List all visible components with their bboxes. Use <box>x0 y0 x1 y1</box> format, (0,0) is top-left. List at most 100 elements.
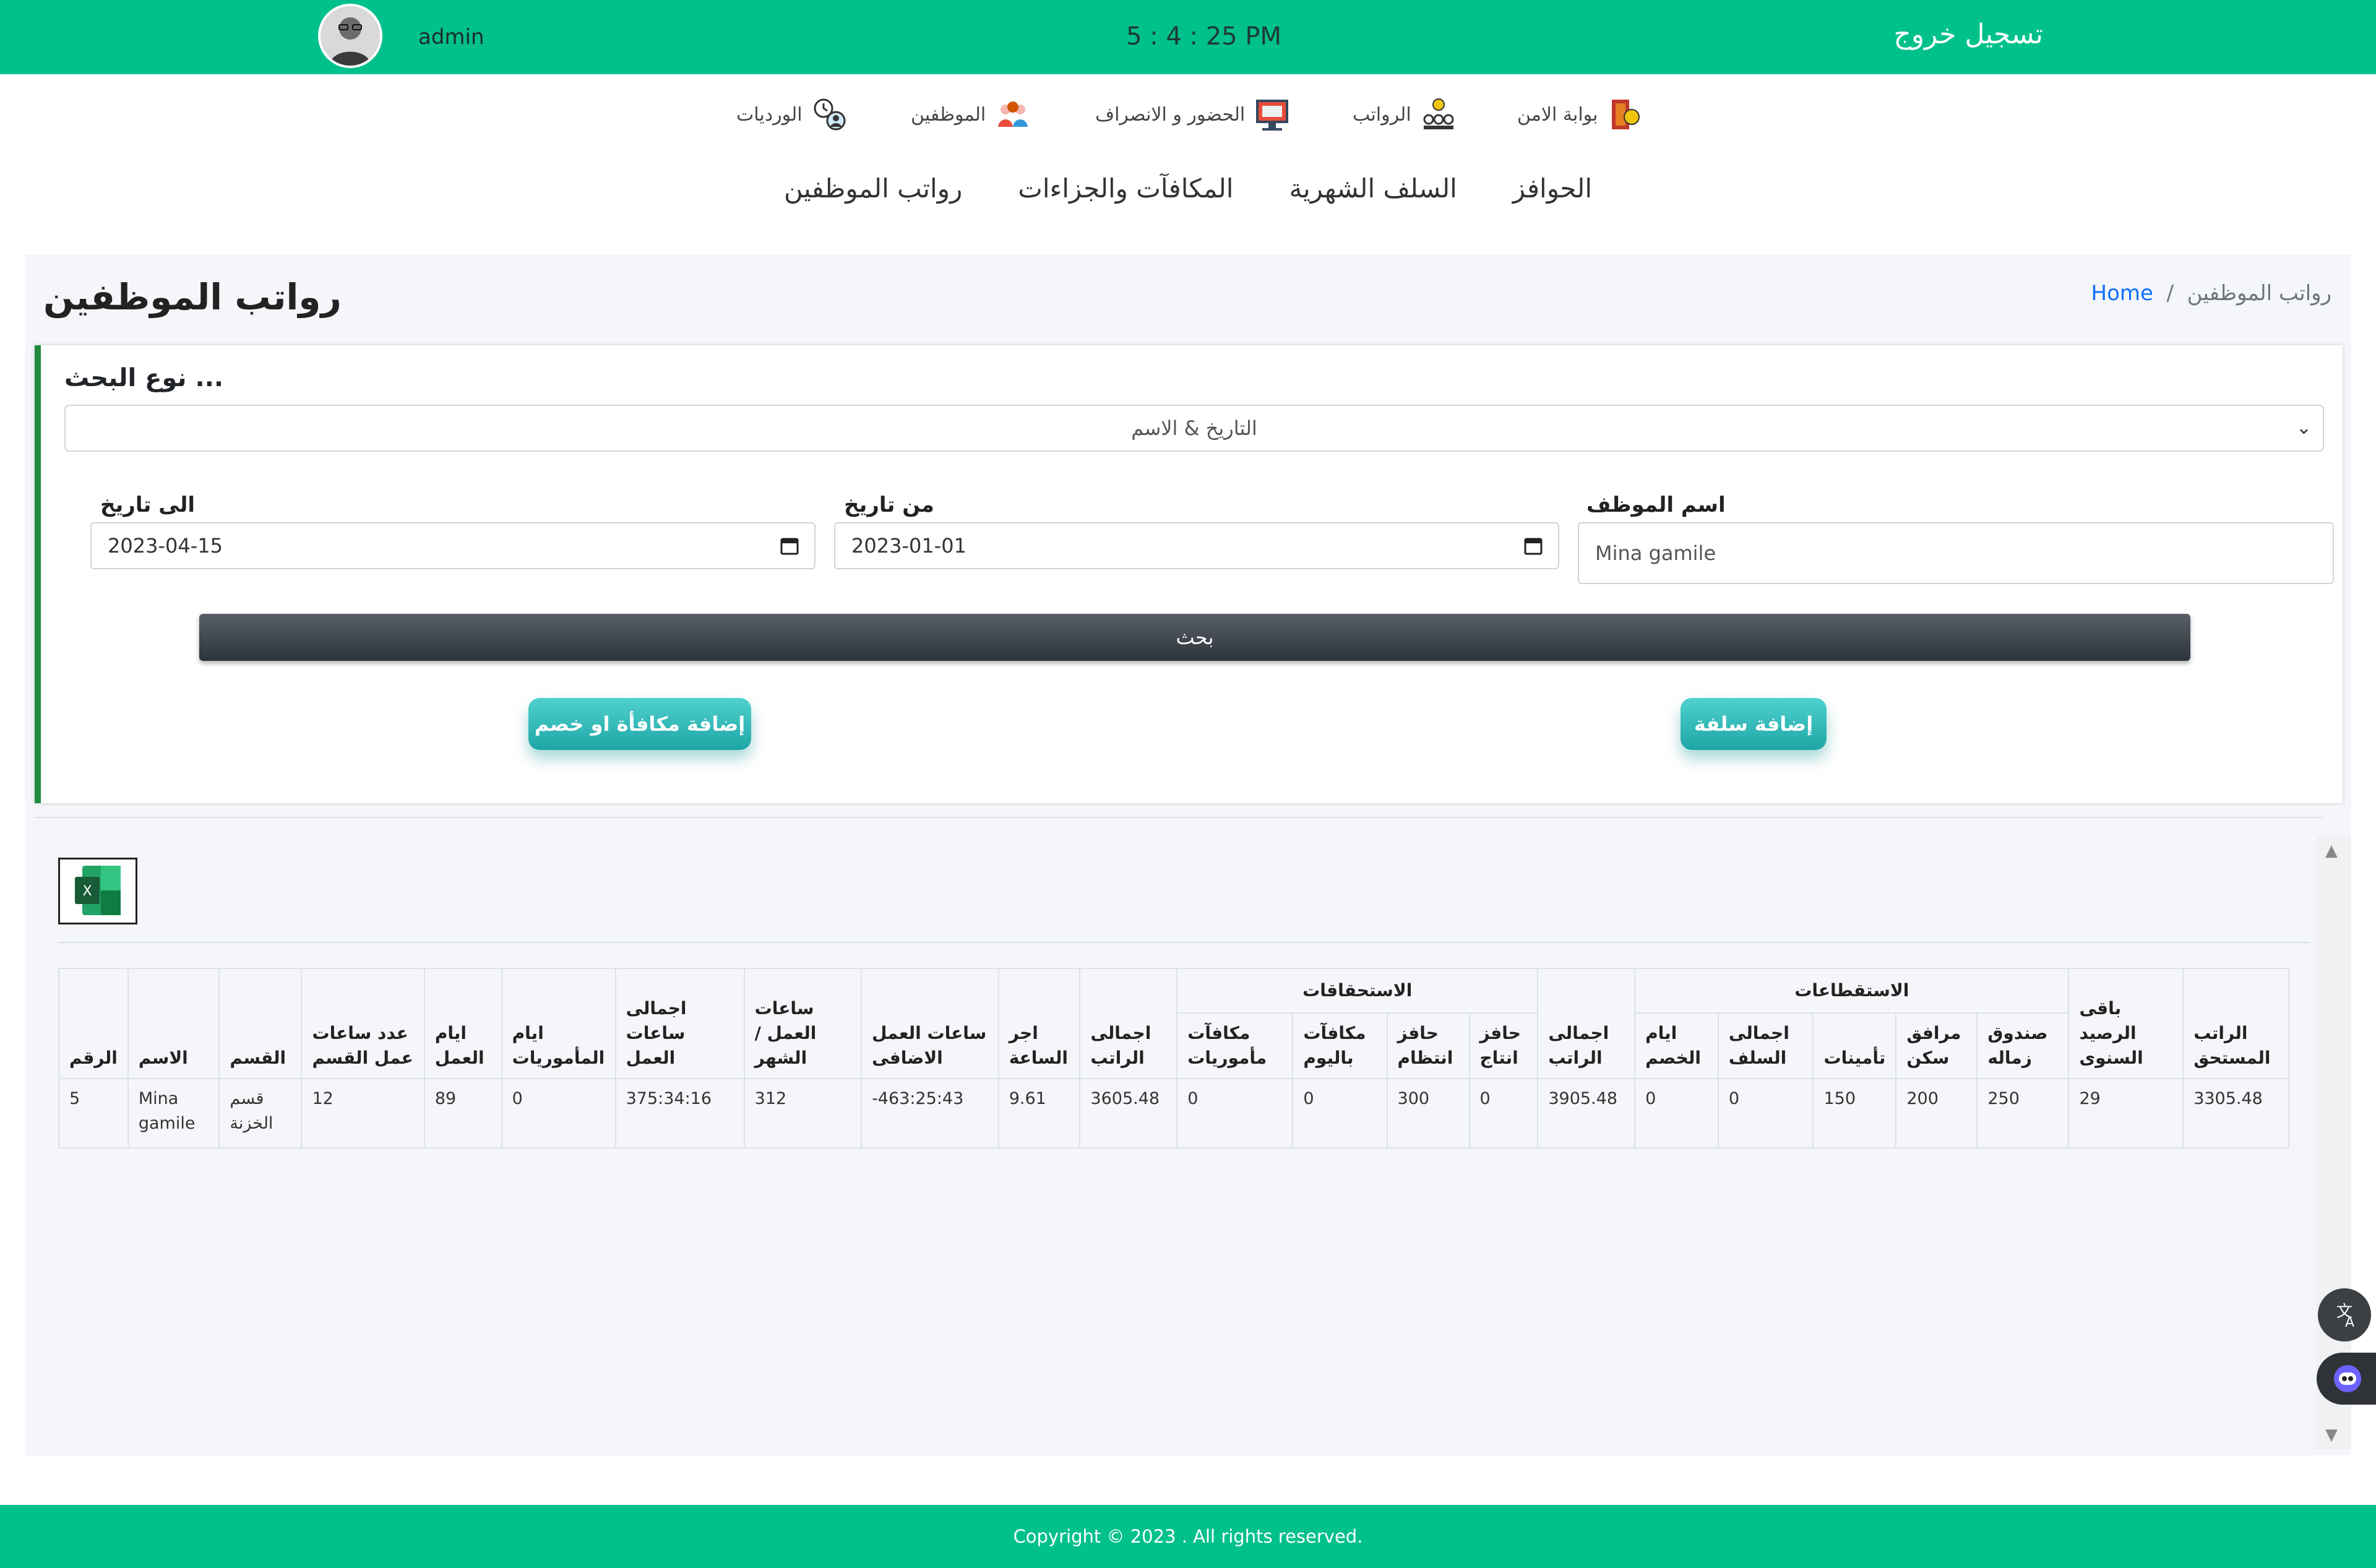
submenu-incentives[interactable]: الحوافز <box>1513 173 1592 217</box>
username: admin <box>418 25 484 50</box>
header-production-bonus: حافز انتاج <box>1468 1012 1539 1079</box>
salary-table: الرقم الاسم القسم عدد ساعات عمل القسم اي… <box>58 968 2289 1148</box>
results-area: X الرقم الاسم القسم عدد ساعات عمل القسم … <box>35 837 2312 1449</box>
shifts-icon <box>814 98 846 131</box>
scroll-down-icon[interactable]: ▼ <box>2325 1426 2338 1444</box>
cell-dept: قسم الخزنة <box>218 1078 303 1148</box>
header-name: الاسم <box>127 968 220 1079</box>
cell-daily-rewards: 0 <box>1292 1078 1388 1148</box>
header-insurance: تأمينات <box>1812 1012 1897 1079</box>
calendar-icon[interactable] <box>780 536 799 556</box>
scroll-up-icon[interactable]: ▲ <box>2325 842 2338 860</box>
avatar[interactable] <box>318 4 382 68</box>
attendance-icon <box>1256 100 1289 131</box>
cell-hour-rate: 9.61 <box>997 1078 1081 1148</box>
from-date-value: 2023-01-01 <box>851 534 966 558</box>
submenu-employee-salaries[interactable]: رواتب الموظفين <box>784 173 962 217</box>
breadcrumb: رواتب الموظفين / Home <box>2091 281 2332 306</box>
breadcrumb-current: رواتب الموظفين <box>2187 281 2331 306</box>
add-advance-button[interactable]: إضافة سلفة <box>1681 698 1827 750</box>
cell-deduction-days: 0 <box>1634 1078 1719 1148</box>
copyright-text: Copyright © 2023 . All rights reserved. <box>1013 1526 1363 1547</box>
breadcrumb-home[interactable]: Home <box>2091 281 2153 306</box>
logout-link[interactable]: تسجيل خروج <box>1893 19 2043 50</box>
clock: 5 : 4 : 25 PM <box>1126 22 1281 51</box>
header-overtime-hours: ساعات العمل الاضافى <box>861 968 999 1079</box>
header-total-work-hours: اجمالى ساعات العمل <box>614 968 745 1079</box>
to-date-value: 2023-04-15 <box>108 534 223 558</box>
header-group-entitlements: الاستحقاقات <box>1176 968 1539 1014</box>
employees-icon <box>998 101 1028 127</box>
cell-production-bonus: 0 <box>1468 1078 1539 1148</box>
results-divider <box>58 942 2310 943</box>
chevron-down-icon: ⌄ <box>2296 417 2312 439</box>
cell-num: 5 <box>58 1078 129 1148</box>
header-colleague-fund: صندوق زماله <box>1976 1012 2070 1079</box>
header-housing: مرافق سكن <box>1895 1012 1978 1079</box>
nav-label: الرواتب <box>1353 103 1411 126</box>
to-date-label: الى تاريخ <box>100 493 196 517</box>
nav-employees[interactable]: الموظفين <box>911 90 1031 139</box>
export-excel-button[interactable]: X <box>58 858 137 924</box>
top-bar: تسجيل خروج 5 : 4 : 25 PM admin <box>0 0 2376 74</box>
header-mission-rewards: مكافآت مأموريات <box>1176 1012 1294 1079</box>
submenu-rewards-penalties[interactable]: المكافآت والجزاءات <box>1018 173 1233 217</box>
section-divider <box>35 817 2324 818</box>
header-num: الرقم <box>58 968 129 1079</box>
header-dept: القسم <box>218 968 303 1079</box>
footer: Copyright © 2023 . All rights reserved. <box>0 1505 2376 1568</box>
header-total-salary: اجمالى الراتب <box>1537 968 1636 1079</box>
header-annual-balance: باقى الرصيد السنوى <box>2068 968 2184 1079</box>
cell-net-salary: 3305.48 <box>2182 1078 2289 1148</box>
nav-shifts[interactable]: الورديات <box>736 90 848 139</box>
submenu-monthly-advances[interactable]: السلف الشهرية <box>1289 173 1457 217</box>
salaries-icon <box>1423 98 1454 129</box>
assistant-bot-icon <box>2334 1365 2361 1392</box>
cell-discipline-bonus: 300 <box>1386 1078 1470 1148</box>
cell-overtime-hours: -463:25:43 <box>861 1078 999 1148</box>
header-daily-rewards: مكافآت باليوم <box>1292 1012 1388 1079</box>
cell-housing: 200 <box>1895 1078 1978 1148</box>
cell-dept-hours: 12 <box>301 1078 425 1148</box>
nav-security-gate[interactable]: بوابة الامن <box>1517 90 1644 139</box>
content-panel: رواتب الموظفين / Home رواتب الموظفين نوع… <box>25 255 2351 1455</box>
add-reward-deduction-button[interactable]: إضافة مكافأة او خصم <box>528 698 751 750</box>
header-mission-days: ايام المأموريات <box>501 968 616 1079</box>
header-hour-rate: اجر الساعة <box>997 968 1081 1079</box>
cell-colleague-fund: 250 <box>1976 1078 2070 1148</box>
breadcrumb-separator: / <box>2166 281 2174 306</box>
from-date-input[interactable]: 2023-01-01 <box>834 522 1559 569</box>
icon-nav: بوابة الامن الرواتب الحضور و الانصراف ال… <box>0 90 2376 139</box>
svg-text:X: X <box>82 884 92 899</box>
cell-total-salary: 3905.48 <box>1537 1078 1636 1148</box>
nav-label: الموظفين <box>911 103 986 126</box>
assistant-tab[interactable] <box>2317 1353 2376 1405</box>
cell-mission-days: 0 <box>501 1078 616 1148</box>
nav-label: الورديات <box>736 103 803 126</box>
cell-monthly-hours: 312 <box>743 1078 863 1148</box>
nav-label: بوابة الامن <box>1517 103 1598 126</box>
nav-label: الحضور و الانصراف <box>1095 103 1246 126</box>
security-gate-icon <box>1611 100 1640 129</box>
header-work-days: ايام العمل <box>423 968 502 1079</box>
header-monthly-hours: ساعات العمل / الشهر <box>743 968 863 1079</box>
search-card: نوع البحث ... التاريخ & الاسم ⌄ الى تاري… <box>35 345 2343 803</box>
cell-name: Mina gamile <box>127 1078 220 1148</box>
excel-icon: X <box>75 866 121 915</box>
cell-total-work-hours: 375:34:16 <box>614 1078 745 1148</box>
to-date-input[interactable]: 2023-04-15 <box>90 522 816 569</box>
header-group-deductions: الاستقطاعات <box>1634 968 2070 1014</box>
nav-attendance[interactable]: الحضور و الانصراف <box>1095 90 1291 139</box>
cell-gross-salary: 3605.48 <box>1079 1078 1178 1148</box>
nav-salaries[interactable]: الرواتب <box>1353 90 1457 139</box>
translate-button[interactable]: 文 A <box>2318 1288 2371 1342</box>
sub-menu: الحوافز السلف الشهرية المكافآت والجزاءات… <box>0 173 2376 217</box>
search-type-select[interactable]: التاريخ & الاسم ⌄ <box>64 405 2324 452</box>
header-total-advances: اجمالى السلف <box>1717 1012 1814 1079</box>
calendar-icon[interactable] <box>1523 536 1543 556</box>
employee-name-input[interactable]: Mina gamile <box>1578 522 2334 584</box>
page-title: رواتب الموظفين <box>43 276 342 318</box>
search-button[interactable]: بحث <box>199 614 2190 661</box>
employee-name-label: اسم الموظف <box>1586 493 1726 517</box>
cell-mission-rewards: 0 <box>1176 1078 1294 1148</box>
